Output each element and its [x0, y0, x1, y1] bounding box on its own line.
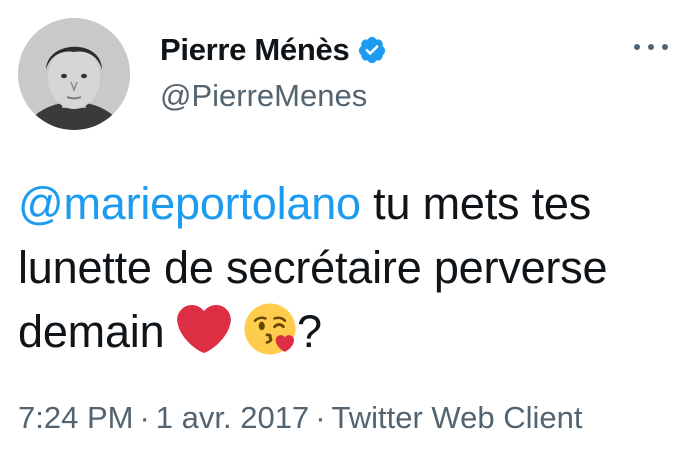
- tweet-client[interactable]: Twitter Web Client: [332, 400, 583, 435]
- tweet-header: Pierre Ménès @PierreMenes: [18, 18, 668, 130]
- more-dots-icon[interactable]: [634, 40, 668, 54]
- mention-link[interactable]: @marieportolano: [18, 178, 361, 229]
- author-names: Pierre Ménès @PierreMenes: [160, 30, 387, 114]
- display-name-row: Pierre Ménès: [160, 30, 387, 70]
- tweet-card: Pierre Ménès @PierreMenes @marieportolan…: [0, 0, 686, 460]
- separator: ·: [139, 400, 150, 435]
- author-handle[interactable]: @PierreMenes: [160, 78, 387, 114]
- tweet-end-text: ?: [297, 306, 322, 357]
- avatar[interactable]: [18, 18, 130, 130]
- face-blowing-kiss-emoji: [244, 303, 296, 355]
- tweet-date[interactable]: 1 avr. 2017: [156, 400, 309, 435]
- dot: [634, 44, 640, 50]
- verified-badge-icon: [359, 36, 386, 64]
- tweet-text: @marieportolano tu mets tes lunette de s…: [18, 172, 658, 364]
- avatar-photo: [18, 18, 130, 130]
- tweet-meta: 7:24 PM · 1 avr. 2017 · Twitter Web Client: [18, 400, 582, 436]
- red-heart-emoji: [176, 304, 231, 354]
- display-name[interactable]: Pierre Ménès: [160, 32, 350, 68]
- dot: [648, 44, 654, 50]
- separator: ·: [315, 400, 326, 435]
- tweet-time[interactable]: 7:24 PM: [18, 400, 133, 435]
- dot: [662, 44, 668, 50]
